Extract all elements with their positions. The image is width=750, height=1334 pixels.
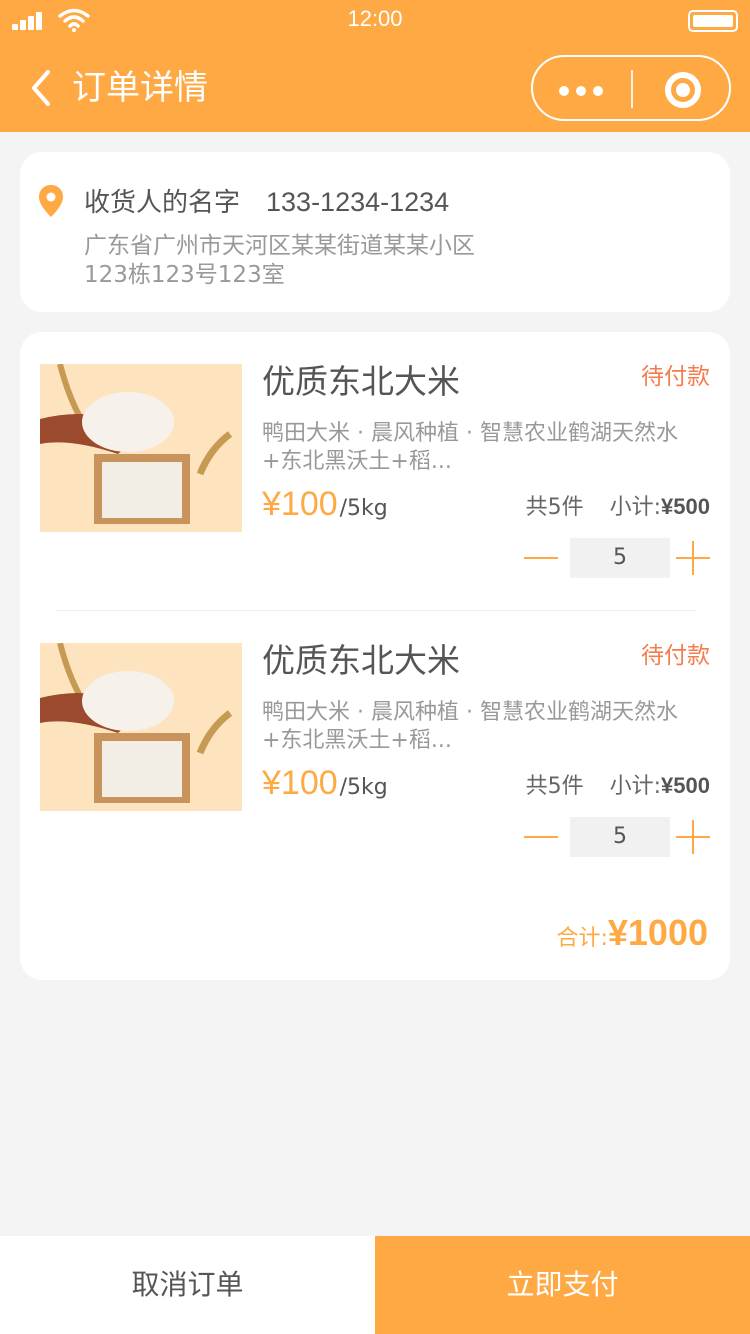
battery-icon [688,10,738,32]
item-summary: 共5件 小计:¥500 [526,771,710,802]
price-unit: /5kg [339,775,388,800]
item-description-line-2: +东北黑沃土+稻... [262,728,452,753]
location-pin-icon [39,185,63,217]
total-value: ¥1000 [607,912,708,953]
order-item: 优质东北大米 待付款 鸭田大米 · 晨风种植 · 智慧农业鹤湖天然水 +东北黑沃… [20,611,730,857]
total-label: 合计: [556,926,608,951]
item-name: 优质东北大米 [262,362,460,401]
receiver-name: 收货人的名字 [84,188,241,218]
rice-product-image [40,643,242,811]
status-time: 12:00 [347,6,403,31]
address-card[interactable]: 收货人的名字 133-1234-1234 广东省广州市天河区某某街道某某小区 12… [20,152,730,312]
item-description: 鸭田大米 · 晨风种植 · 智慧农业鹤湖天然水 +东北黑沃土+稻... [262,699,712,755]
mini-program-capsule [531,55,731,121]
item-description-line-1: 鸭田大米 · 晨风种植 · 智慧农业鹤湖天然水 [262,421,678,446]
order-item: 优质东北大米 待付款 鸭田大米 · 晨风种植 · 智慧农业鹤湖天然水 +东北黑沃… [20,332,730,578]
increase-button[interactable] [676,541,710,575]
quantity-input[interactable]: 5 [570,817,670,857]
subtotal-label: 小计: [609,774,662,799]
app-header: 12:00 订单详情 [0,0,750,132]
pay-now-button[interactable]: 立即支付 [375,1236,750,1334]
price-value: ¥100 [262,485,338,523]
more-dots-icon[interactable] [559,86,603,96]
subtotal-value: ¥500 [661,773,710,798]
item-count: 共5件 [525,774,584,799]
quantity-input[interactable]: 5 [570,538,670,578]
item-count: 共5件 [525,495,584,520]
increase-button[interactable] [676,820,710,854]
price-value: ¥100 [262,764,338,802]
item-description-line-2: +东北黑沃土+稻... [262,449,452,474]
item-price: ¥100/5kg [262,763,388,803]
address-line-2: 123栋123号123室 [84,262,285,288]
item-name: 优质东北大米 [262,641,460,680]
receiver-info: 收货人的名字 133-1234-1234 [84,184,449,221]
subtotal-label: 小计: [609,495,662,520]
status-bar: 12:00 [0,0,750,40]
page-title: 订单详情 [72,68,208,108]
item-description-line-1: 鸭田大米 · 晨风种植 · 智慧农业鹤湖天然水 [262,700,678,725]
back-arrow-icon[interactable] [28,68,54,108]
order-status-badge: 待付款 [641,643,710,669]
target-icon[interactable] [665,72,701,108]
item-description: 鸭田大米 · 晨风种植 · 智慧农业鹤湖天然水 +东北黑沃土+稻... [262,420,712,476]
cancel-order-button[interactable]: 取消订单 [0,1236,375,1334]
quantity-stepper: 5 [524,538,710,578]
capsule-divider [631,70,633,108]
order-card: 优质东北大米 待付款 鸭田大米 · 晨风种植 · 智慧农业鹤湖天然水 +东北黑沃… [20,332,730,980]
decrease-button[interactable] [524,542,558,574]
shipping-address: 广东省广州市天河区某某街道某某小区 123栋123号123室 [84,232,604,290]
quantity-stepper: 5 [524,817,710,857]
subtotal-value: ¥500 [661,494,710,519]
order-total: 合计:¥1000 [556,912,708,954]
decrease-button[interactable] [524,821,558,853]
bottom-action-bar: 取消订单 立即支付 [0,1236,750,1334]
price-unit: /5kg [339,496,388,521]
item-summary: 共5件 小计:¥500 [526,492,710,523]
item-price: ¥100/5kg [262,484,388,524]
order-status-badge: 待付款 [641,364,710,390]
receiver-phone: 133-1234-1234 [266,187,450,217]
address-line-1: 广东省广州市天河区某某街道某某小区 [84,233,475,259]
rice-product-image [40,364,242,532]
